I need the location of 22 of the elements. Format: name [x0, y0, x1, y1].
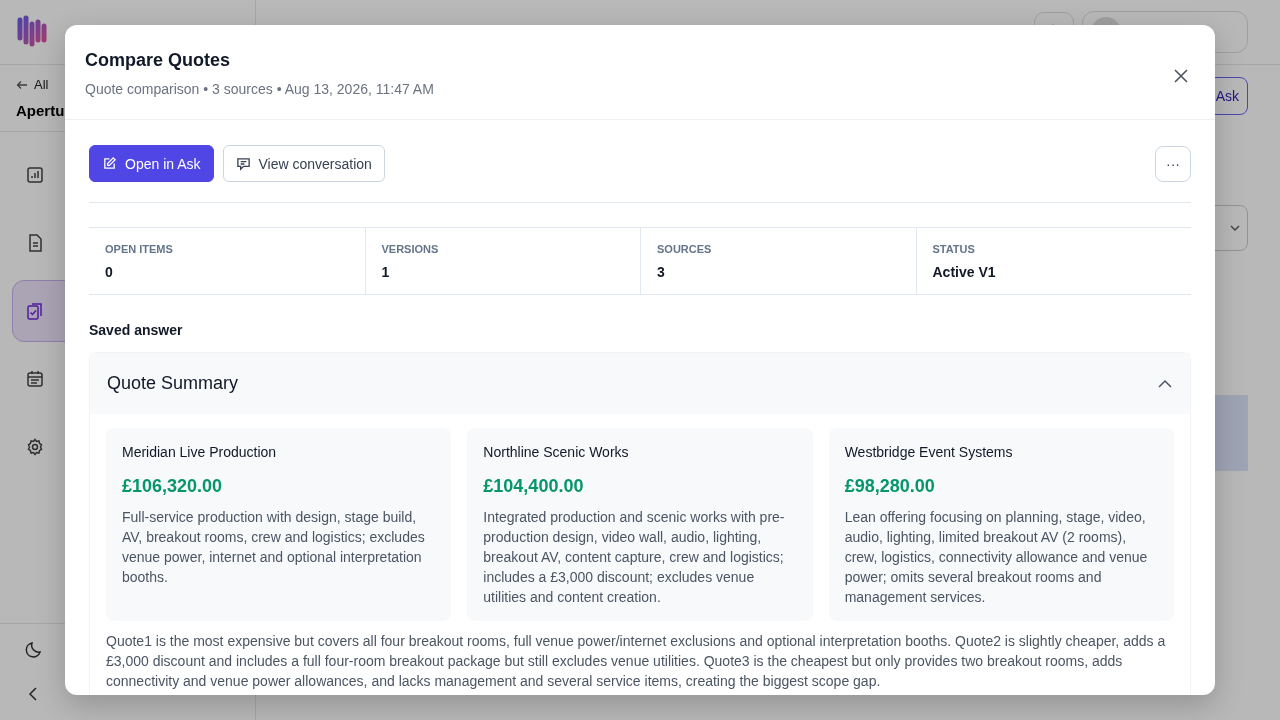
quote-price: £98,280.00	[844, 476, 936, 497]
quote-description: Integrated production and scenic works with pre-production design, video wall, audio, lighting, breakout AV, content capture, crew and logistics; includes a £3,000 discount; excludes venue utilities and content creation.	[483, 508, 786, 607]
stat-value: 0	[105, 264, 114, 280]
vendor-name: Meridian Live Production	[122, 444, 278, 460]
stat-value: Active V1	[932, 264, 997, 280]
stat-label: VERSIONS	[381, 243, 440, 255]
summary-paragraph: Quote1 is the most expensive but covers all four breakout rooms, full venue power/internet exclusions and optional interpretation booths. Quote2 is slightly cheaper, adds a £3,000 discount and includes a full four-room breakout package but still excludes venue utilities. Quote3 is the cheapest but only provides two breakout rooms, adds connectivity and venue power allowances, and lacks management and several service items, creating the biggest scope gap.	[106, 632, 1167, 691]
stat-value: 3	[657, 264, 666, 280]
workspace-name: Apertu	[16, 102, 66, 119]
quote-description: Lean offering focusing on planning, stage, video, audio, lighting, limited breakout AV (2 rooms), crew, logistics, connectivity allowance and venue power; omits several breakout rooms and management services.	[844, 508, 1149, 607]
section-title: Saved answer	[89, 322, 184, 338]
vendor-name: Westbridge Event Systems	[844, 444, 1014, 460]
quote-price: £104,400.00	[483, 476, 585, 497]
dialog-title: Compare Quotes	[85, 50, 232, 71]
stat-value: 1	[381, 264, 391, 280]
stat-label: STATUS	[932, 243, 976, 255]
dialog-subtitle: Quote comparison • 3 sources • Aug 13, 2026, 11:47 AM	[85, 81, 434, 97]
stat-label: SOURCES	[657, 243, 713, 255]
stat-label: OPEN ITEMS	[105, 243, 174, 255]
vendor-name: Northline Scenic Works	[483, 444, 630, 460]
quote-description: Full-service production with design, stage build, AV, breakout rooms, crew and logistics; excludes venue power, internet and optional interpretation booths.	[122, 508, 426, 587]
quote-price: £106,320.00	[122, 476, 224, 497]
